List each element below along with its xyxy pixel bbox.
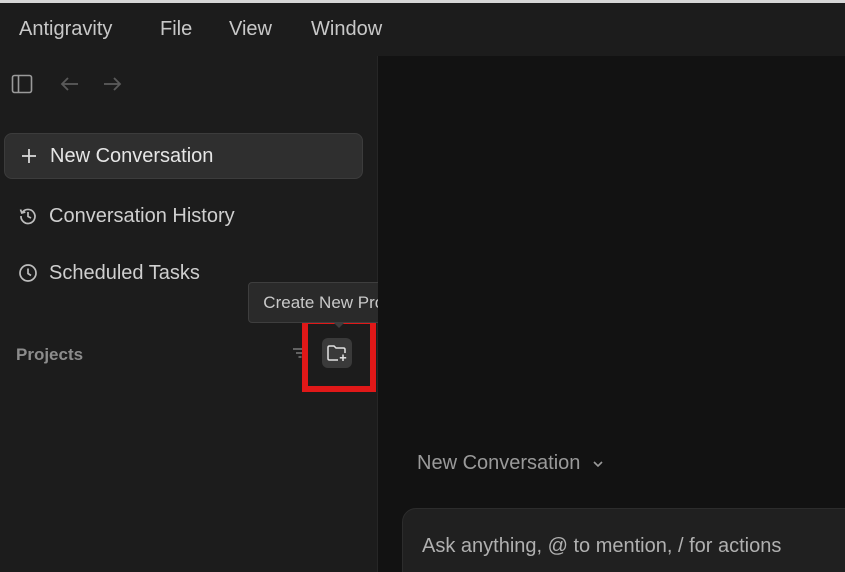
conversation-title-dropdown[interactable]: New Conversation xyxy=(417,452,604,475)
plus-icon xyxy=(18,145,40,167)
filter-icon[interactable] xyxy=(290,343,310,363)
sidebar-item-label: Conversation History xyxy=(49,204,235,227)
chevron-down-icon xyxy=(592,460,604,468)
folder-plus-icon xyxy=(326,344,348,362)
conversation-title: New Conversation xyxy=(417,452,581,474)
new-conversation-label: New Conversation xyxy=(50,144,214,167)
history-icon xyxy=(17,205,39,227)
menu-bar: Antigravity File View Window xyxy=(0,3,845,56)
projects-section-label: Projects xyxy=(16,345,84,364)
create-new-project-button[interactable] xyxy=(322,338,352,368)
arrow-right-icon[interactable] xyxy=(100,72,124,96)
main-panel: New Conversation Ask anything, @ to ment… xyxy=(378,56,845,572)
new-conversation-button[interactable]: New Conversation xyxy=(4,133,363,179)
app-window: Antigravity File View Window New Convers… xyxy=(0,0,845,572)
menu-item-view[interactable]: View xyxy=(229,18,272,41)
tooltip-arrow xyxy=(333,322,345,328)
sidebar-item-label: Scheduled Tasks xyxy=(49,261,200,284)
chat-input-placeholder: Ask anything, @ to mention, / for action… xyxy=(422,535,782,557)
menu-item-antigravity[interactable]: Antigravity xyxy=(19,18,112,41)
menu-item-file[interactable]: File xyxy=(160,18,192,41)
sidebar-toggle-icon[interactable] xyxy=(10,72,34,96)
menu-item-window[interactable]: Window xyxy=(311,18,382,41)
arrow-left-icon[interactable] xyxy=(58,72,82,96)
sidebar: New Conversation Conversation History Sc… xyxy=(0,56,426,572)
chat-input[interactable]: Ask anything, @ to mention, / for action… xyxy=(402,508,845,572)
clock-icon xyxy=(17,262,39,284)
sidebar-item-conversation-history[interactable]: Conversation History xyxy=(4,193,363,239)
